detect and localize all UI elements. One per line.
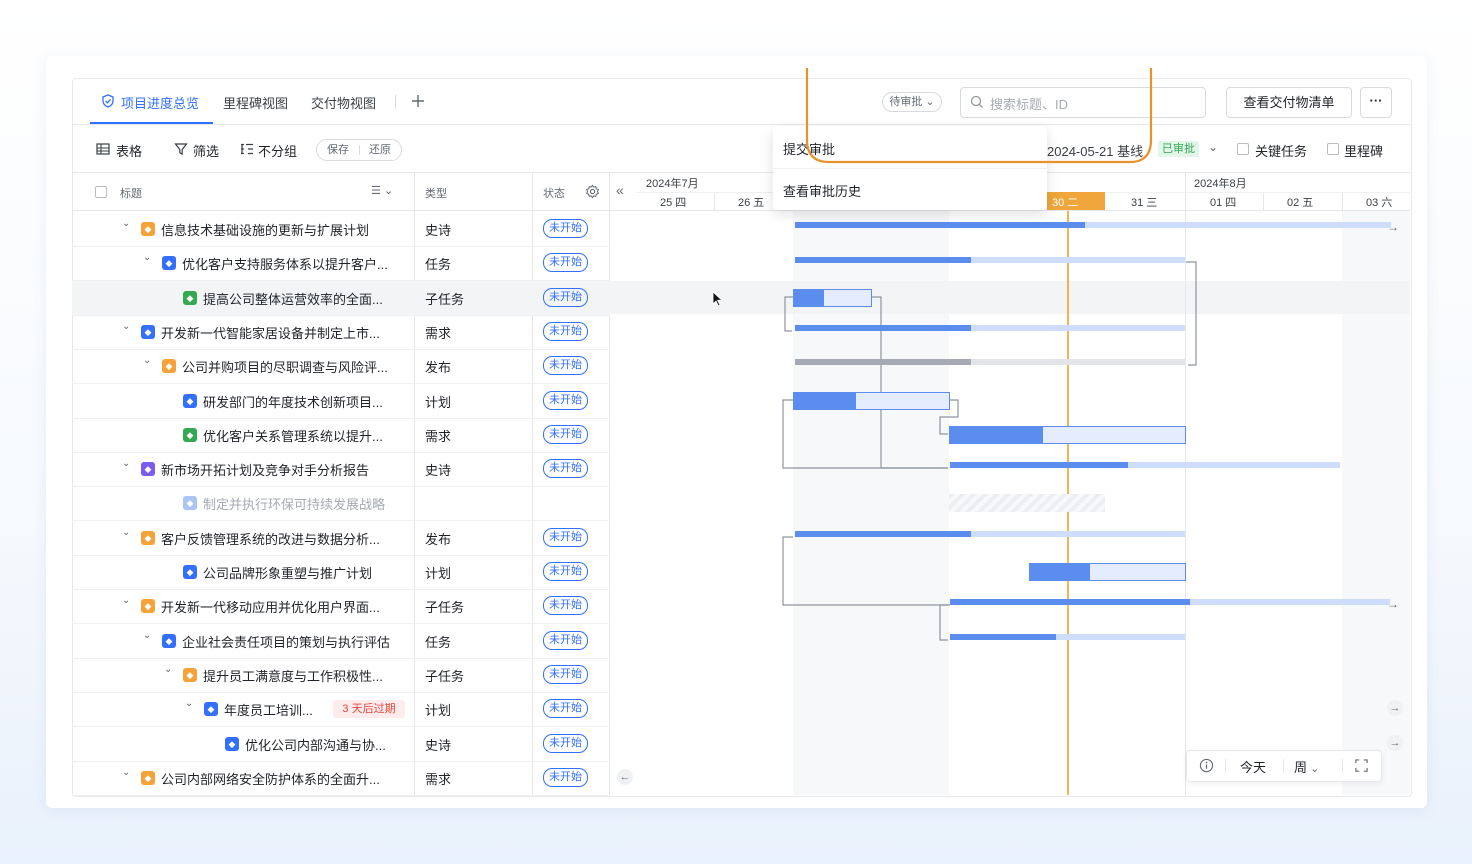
time-scale-label: 周	[1294, 760, 1308, 775]
fullscreen-icon[interactable]	[1354, 758, 1369, 778]
divider	[1342, 759, 1343, 773]
divider	[1225, 759, 1226, 773]
info-icon[interactable]	[1199, 758, 1214, 778]
highlight-outline	[805, 68, 1153, 164]
chevron-down-icon: ⌄	[1307, 763, 1320, 775]
time-scale-select[interactable]: 周 ⌄	[1294, 757, 1319, 776]
mouse-cursor-icon	[712, 291, 724, 307]
gantt-controls: 今天 周 ⌄	[1186, 750, 1382, 782]
divider	[1283, 759, 1284, 773]
today-button[interactable]: 今天	[1240, 757, 1266, 776]
